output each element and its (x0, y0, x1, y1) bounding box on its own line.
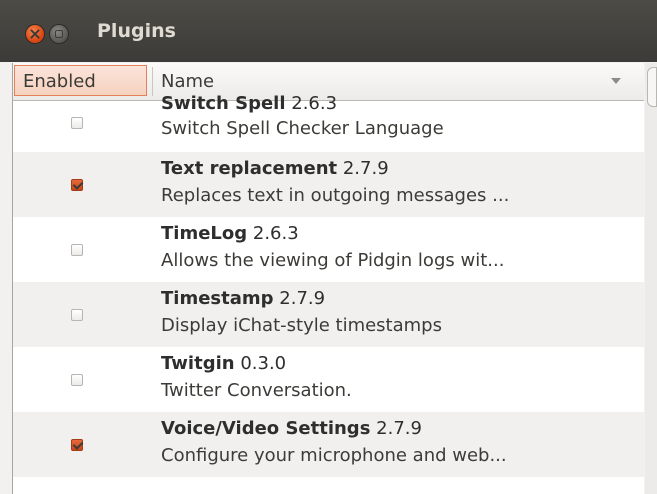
plugin-name: TimeLog (161, 223, 248, 244)
plugin-list[interactable]: Enabled Name Switch Spell 2.6.3 Switch S… (12, 63, 644, 494)
plugin-version: 2.7.9 (376, 418, 422, 439)
enabled-checkbox[interactable] (71, 117, 83, 129)
plugin-description: Twitter Conversation. (161, 380, 352, 401)
table-row[interactable]: Voice/Video Settings 2.7.9 Configure you… (13, 412, 644, 477)
enabled-checkbox[interactable] (71, 309, 83, 321)
enabled-checkbox[interactable] (71, 179, 83, 191)
plugins-window: Plugins Enabled Name Switch Spell 2.6.3 … (0, 0, 657, 494)
plugin-version: 2.6.3 (252, 223, 299, 244)
plugin-name-line: Switch Spell 2.6.3 (161, 93, 337, 114)
plugin-rows: Switch Spell 2.6.3 Switch Spell Checker … (13, 93, 644, 477)
plugin-version: 0.3.0 (240, 353, 287, 374)
plugin-name: Twitgin (161, 353, 235, 374)
vertical-scrollbar[interactable] (645, 63, 657, 494)
plugin-name-line: Text replacement 2.7.9 (161, 158, 389, 179)
plugin-description: Allows the viewing of Pidgin logs wit... (161, 250, 505, 271)
plugin-name: Text replacement (161, 158, 338, 179)
plugin-description: Switch Spell Checker Language (161, 118, 444, 139)
scrollbar-thumb[interactable] (647, 67, 657, 107)
close-icon[interactable] (26, 25, 44, 43)
chevron-down-icon[interactable] (611, 78, 621, 84)
plugin-description: Display iChat-style timestamps (161, 315, 442, 336)
minimize-icon[interactable] (50, 25, 68, 43)
plugin-version: 2.6.3 (291, 93, 338, 114)
table-row[interactable]: TimeLog 2.6.3 Allows the viewing of Pidg… (13, 217, 644, 282)
column-header-enabled[interactable]: Enabled (14, 65, 147, 96)
column-separator[interactable] (152, 67, 153, 96)
table-row[interactable]: Text replacement 2.7.9 Replaces text in … (13, 152, 644, 217)
enabled-checkbox[interactable] (71, 439, 83, 451)
plugin-name: Timestamp (161, 288, 274, 309)
title-bar[interactable]: Plugins (0, 0, 657, 62)
enabled-checkbox[interactable] (71, 244, 83, 256)
plugin-description: Replaces text in outgoing messages ... (161, 185, 510, 206)
window-title: Plugins (97, 20, 176, 42)
plugin-version: 2.7.9 (342, 158, 389, 179)
plugin-name-line: Timestamp 2.7.9 (161, 288, 325, 309)
table-row[interactable]: Twitgin 0.3.0 Twitter Conversation. (13, 347, 644, 412)
plugin-name-line: TimeLog 2.6.3 (161, 223, 299, 244)
plugin-description: Configure your microphone and web... (161, 445, 507, 466)
plugin-version: 2.7.9 (279, 288, 326, 309)
plugin-name: Switch Spell (161, 93, 286, 114)
table-row[interactable]: Switch Spell 2.6.3 Switch Spell Checker … (13, 93, 644, 152)
plugin-name: Voice/Video Settings (161, 418, 371, 439)
table-row[interactable]: Timestamp 2.7.9 Display iChat-style time… (13, 282, 644, 347)
enabled-checkbox[interactable] (71, 374, 83, 386)
plugin-name-line: Voice/Video Settings 2.7.9 (161, 418, 422, 439)
plugin-name-line: Twitgin 0.3.0 (161, 353, 286, 374)
